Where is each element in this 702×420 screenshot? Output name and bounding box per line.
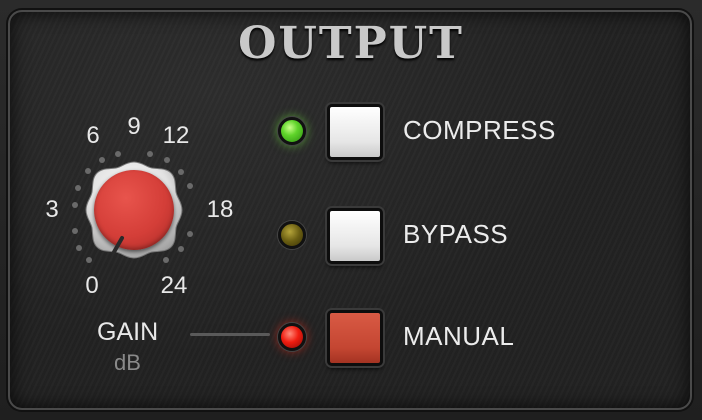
compress-button[interactable] bbox=[327, 104, 383, 160]
knob-pointer bbox=[112, 236, 124, 254]
scale-dot bbox=[72, 202, 78, 208]
gain-label: GAIN bbox=[97, 318, 159, 346]
manual-button[interactable] bbox=[327, 310, 383, 366]
bypass-button[interactable] bbox=[327, 208, 383, 264]
scale-dot bbox=[115, 151, 121, 157]
scale-dot bbox=[187, 183, 193, 189]
gain-manual-connector-line bbox=[190, 333, 270, 336]
manual-led-indicator bbox=[278, 323, 306, 351]
scale-dot bbox=[187, 231, 193, 237]
compress-label: COMPRESS bbox=[403, 115, 556, 145]
gain-scale-label: 18 bbox=[206, 196, 234, 223]
gain-knob[interactable] bbox=[82, 158, 186, 262]
manual-label: MANUAL bbox=[403, 321, 515, 351]
panel-title: OUTPUT bbox=[238, 18, 464, 69]
scale-dot bbox=[72, 228, 78, 234]
gain-scale-label: 9 bbox=[127, 113, 141, 140]
gain-scale-label: 24 bbox=[160, 272, 188, 299]
gain-scale-label: 6 bbox=[86, 122, 100, 149]
scale-dot bbox=[75, 185, 81, 191]
gain-scale-label: 12 bbox=[162, 122, 190, 149]
compress-led-indicator bbox=[278, 117, 306, 145]
scale-dot bbox=[147, 151, 153, 157]
bypass-label: BYPASS bbox=[403, 219, 509, 249]
gain-scale-label: 3 bbox=[45, 196, 59, 223]
gain-unit-label: dB bbox=[114, 350, 141, 375]
bypass-led-indicator bbox=[278, 221, 306, 249]
gain-scale-label: 0 bbox=[85, 272, 99, 299]
